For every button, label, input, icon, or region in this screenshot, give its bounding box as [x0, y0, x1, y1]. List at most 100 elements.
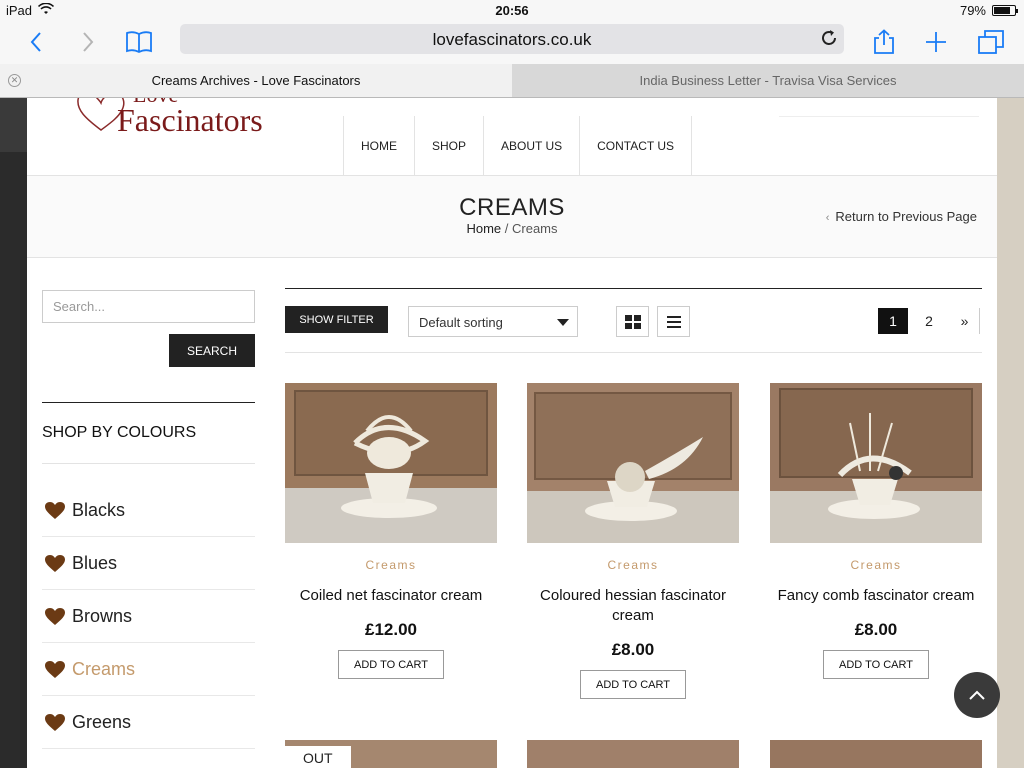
breadcrumb-home[interactable]: Home [466, 221, 501, 236]
colour-label: Browns [72, 605, 133, 626]
divider [285, 352, 982, 353]
sidebar-divider [42, 402, 255, 403]
back-button[interactable] [18, 26, 54, 58]
product-name[interactable]: Coloured hessian fascinator cream [527, 586, 739, 626]
heart-icon [45, 501, 65, 519]
product-name[interactable]: Coiled net fascinator cream [285, 586, 497, 606]
battery-percent: 79% [959, 3, 986, 18]
tab-inactive[interactable]: India Business Letter - Travisa Visa Ser… [512, 64, 1024, 97]
page-background-left [0, 98, 27, 768]
page-2-button[interactable]: 2 [914, 308, 944, 334]
browser-toolbar: lovefascinators.co.uk [0, 22, 1024, 64]
page-1-button[interactable]: 1 [878, 308, 908, 334]
product-name[interactable]: Fancy comb fascinator cream [770, 586, 982, 606]
list-icon [666, 315, 681, 328]
return-link[interactable]: ‹ Return to Previous Page [826, 209, 977, 224]
tabs-button[interactable] [973, 26, 1009, 58]
tab-active[interactable]: ✕ Creams Archives - Love Fascinators [0, 64, 512, 97]
new-tab-button[interactable] [918, 26, 954, 58]
nav-contact-us[interactable]: CONTACT US [580, 116, 693, 176]
nav-about-us[interactable]: ABOUT US [484, 116, 581, 176]
url-text: lovefascinators.co.uk [432, 30, 592, 49]
sort-select[interactable]: Default sorting [408, 306, 578, 337]
search-input[interactable]: Search... [42, 290, 255, 323]
heart-icon [45, 713, 65, 731]
back-to-top-button[interactable] [954, 672, 1000, 718]
back-icon [30, 32, 41, 52]
return-link-label: Return to Previous Page [835, 209, 977, 224]
product-card: Creams Fancy comb fascinator cream £8.00… [770, 383, 982, 679]
reload-icon[interactable] [820, 28, 838, 53]
show-filter-button[interactable]: SHOW FILTER [285, 306, 388, 333]
tab-title: Creams Archives - Love Fascinators [151, 73, 361, 88]
out-of-stock-badge: OUT [285, 746, 351, 768]
main-nav: HOME SHOP ABOUT US CONTACT US [343, 116, 693, 176]
search-button[interactable]: SEARCH [169, 334, 255, 367]
product-image[interactable] [770, 383, 982, 543]
product-image[interactable] [527, 740, 739, 768]
caret-down-icon [557, 319, 569, 326]
sidebar-divider [42, 463, 255, 464]
grid-icon [624, 314, 641, 329]
status-bar: iPad 20:56 79% [0, 0, 1024, 22]
tab-strip: ✕ Creams Archives - Love Fascinators Ind… [0, 64, 1024, 98]
nav-home[interactable]: HOME [344, 116, 415, 176]
colour-label: Blues [72, 552, 118, 573]
colour-item-greens[interactable]: Greens [42, 696, 255, 749]
share-icon [874, 29, 894, 54]
nav-shop[interactable]: SHOP [415, 116, 485, 176]
product-image[interactable]: OUT [285, 740, 497, 768]
tab-title: India Business Letter - Travisa Visa Ser… [639, 73, 897, 88]
divider [285, 288, 982, 289]
product-price: £8.00 [611, 640, 655, 659]
battery-icon [992, 5, 1018, 16]
tabs-icon [978, 30, 1004, 54]
close-tab-icon[interactable]: ✕ [8, 74, 21, 87]
chevron-up-icon [969, 690, 985, 700]
share-button[interactable] [866, 26, 902, 58]
site-header: Love Fascinators 0 HOME SHOP ABOUT US CO… [27, 98, 997, 176]
address-bar[interactable]: lovefascinators.co.uk [180, 24, 844, 54]
page-title-bar: CREAMS Home / Creams ‹ Return to Previous… [27, 176, 997, 258]
colour-item-browns[interactable]: Browns [42, 590, 255, 643]
colour-list: Blacks Blues Browns Creams Greens [42, 484, 255, 749]
book-icon [126, 31, 152, 54]
forward-button[interactable] [70, 26, 106, 58]
sort-value: Default sorting [419, 315, 503, 330]
product-price: £8.00 [854, 620, 898, 639]
bookmarks-button[interactable] [121, 26, 157, 58]
product-image[interactable] [285, 383, 497, 543]
colour-item-creams[interactable]: Creams [42, 643, 255, 696]
colour-item-blacks[interactable]: Blacks [42, 484, 255, 537]
add-to-cart-button[interactable]: ADD TO CART [580, 670, 686, 699]
site-logo[interactable]: Love Fascinators [75, 98, 315, 140]
product-category[interactable]: Creams [285, 558, 497, 572]
product-category[interactable]: Creams [527, 558, 739, 572]
colour-label: Greens [72, 711, 132, 732]
breadcrumb-separator: / [501, 221, 512, 236]
product-card: Creams Coloured hessian fascinator cream… [527, 383, 739, 699]
add-to-cart-button[interactable]: ADD TO CART [823, 650, 929, 679]
product-card: Creams Coiled net fascinator cream £12.0… [285, 383, 497, 679]
plus-icon [926, 32, 946, 52]
breadcrumb-current: Creams [512, 221, 558, 236]
pagination: 1 2 » [878, 308, 986, 334]
list-view-button[interactable] [657, 306, 690, 337]
grid-view-button[interactable] [616, 306, 649, 337]
colour-item-blues[interactable]: Blues [42, 537, 255, 590]
sidebar-title: SHOP BY COLOURS [42, 424, 197, 441]
product-category[interactable]: Creams [770, 558, 982, 572]
add-to-cart-button[interactable]: ADD TO CART [338, 650, 444, 679]
page-background-right [997, 98, 1024, 768]
chevron-left-icon: ‹ [825, 212, 830, 224]
product-price: £12.00 [365, 620, 417, 639]
product-image[interactable] [770, 740, 982, 768]
clock: 20:56 [495, 3, 529, 18]
heart-icon [45, 554, 65, 572]
product-image[interactable] [527, 383, 739, 543]
forward-icon [83, 32, 94, 52]
logo-text-fascinators: Fascinators [117, 102, 263, 138]
next-page-button[interactable]: » [950, 308, 980, 334]
divider [779, 116, 979, 117]
colour-label: Blacks [72, 499, 126, 520]
